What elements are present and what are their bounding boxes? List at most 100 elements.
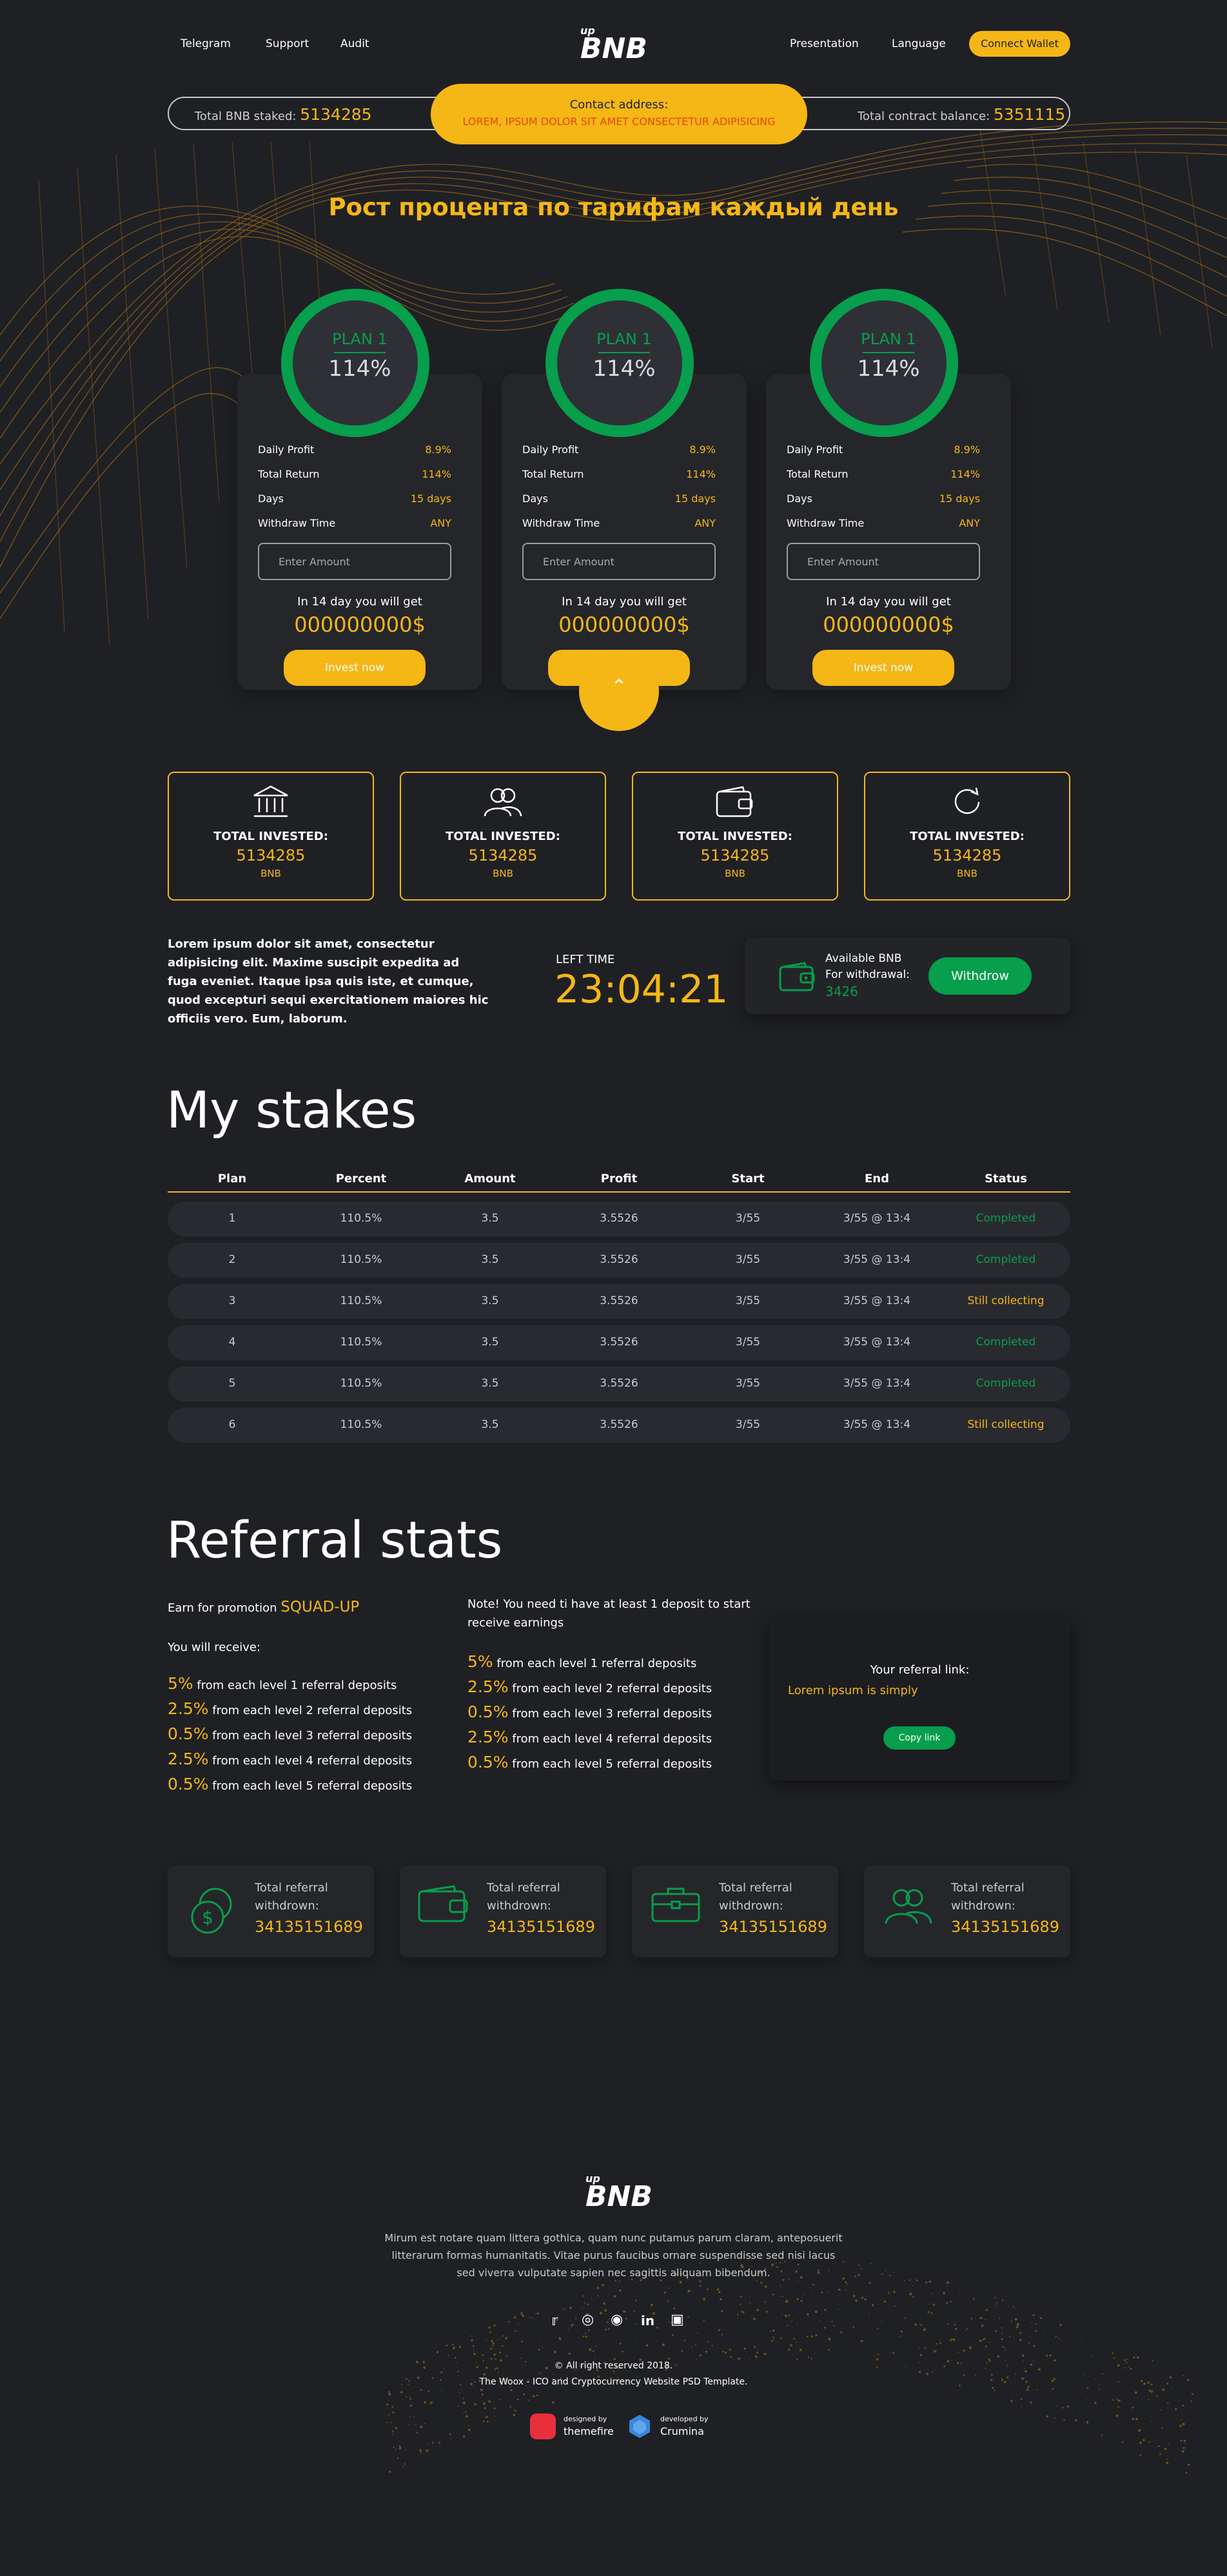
stakes-column-header: Profit	[600, 1172, 638, 1186]
plan-row-value: 15 days	[939, 493, 980, 505]
referral-level-text: from each level 4 referral deposits	[212, 1754, 413, 1768]
table-cell: 3.5526	[600, 1212, 638, 1225]
total-invested-label: TOTAL INVESTED:	[213, 830, 328, 843]
footer-copyright: © All right reserved 2018.	[554, 2361, 673, 2371]
referral-level-percent: 0.5%	[467, 1753, 509, 1771]
referral-level-percent: 2.5%	[467, 1728, 509, 1746]
plan-row-value: ANY	[430, 517, 451, 529]
contract-address-pill[interactable]: Contact address: LOREM, IPSUM DOLOR SIT …	[431, 84, 807, 144]
referral-withdrawn-label-1: Total referral	[951, 1881, 1025, 1895]
nav-presentation[interactable]: Presentation	[790, 37, 859, 50]
earn-label: Earn for promotion	[168, 1601, 277, 1615]
referral-withdrawn-label-2: withdrown:	[487, 1899, 551, 1913]
table-cell: Still collecting	[967, 1294, 1045, 1307]
receive-label: You will receive:	[168, 1641, 261, 1654]
referral-level: 0.5% from each level 5 referral deposits	[168, 1775, 412, 1793]
invest-now-button[interactable]: Invest now	[812, 650, 954, 686]
referral-level-percent: 0.5%	[168, 1724, 209, 1743]
amount-input[interactable]	[258, 543, 451, 580]
referral-note-2: receive earnings	[467, 1616, 564, 1630]
timer-value: 23:04:21	[555, 967, 729, 1012]
referral-level-text: from each level 3 referral deposits	[212, 1729, 413, 1742]
table-cell: Completed	[976, 1377, 1036, 1390]
amount-input[interactable]	[787, 543, 980, 580]
table-cell: 3/55	[735, 1212, 761, 1225]
withdraw-label-1: Available BNB	[825, 952, 902, 965]
referral-withdrawn-value: 34135151689	[951, 1918, 1059, 1936]
contract-balance-value: 5351115	[993, 105, 1066, 124]
nav-audit[interactable]: Audit	[340, 37, 369, 50]
table-cell: 3/55	[735, 1418, 761, 1431]
table-cell: 3	[228, 1294, 236, 1307]
referral-level-text: from each level 5 referral deposits	[212, 1779, 413, 1793]
crumina-logo-icon	[629, 2415, 650, 2438]
referral-level-text: from each level 1 referral deposits	[496, 1657, 697, 1670]
referral-note-1: Note! You need ti have at least 1 deposi…	[467, 1597, 751, 1611]
twitter-icon[interactable]: 𝕣	[551, 2313, 558, 2329]
footer-text-2: litterarum formas humanitatis. Vitae pur…	[391, 2249, 836, 2261]
nav-language[interactable]: Language	[892, 37, 946, 50]
table-cell: 4	[228, 1336, 236, 1349]
total-invested-label: TOTAL INVESTED:	[910, 830, 1025, 843]
table-cell: 3/55 @ 13:4	[843, 1336, 911, 1349]
total-invested-value: 5134285	[236, 846, 306, 864]
users-icon	[882, 1885, 934, 1929]
referral-level: 0.5% from each level 3 referral deposits	[467, 1703, 712, 1721]
table-cell: 110.5%	[340, 1294, 382, 1307]
copy-link-button[interactable]: Copy link	[883, 1726, 956, 1750]
developer-badge[interactable]: developed by Crumina	[627, 2411, 717, 2441]
scroll-top-button[interactable]: ⌃	[579, 651, 659, 731]
referral-level-percent: 0.5%	[168, 1775, 209, 1793]
nav-telegram[interactable]: Telegram	[181, 37, 231, 50]
plan-get-label: In 14 day you will get	[562, 595, 687, 609]
wallet-icon	[779, 962, 815, 991]
table-cell: 110.5%	[340, 1212, 382, 1225]
total-invested-value: 5134285	[700, 846, 770, 864]
referral-level-text: from each level 3 referral deposits	[512, 1707, 712, 1721]
table-cell: 1	[228, 1212, 236, 1225]
designer-badge[interactable]: designed by themefire	[530, 2411, 620, 2441]
table-cell: Completed	[976, 1212, 1036, 1225]
intro-text: Lorem ipsum dolor sit amet, consectetur …	[168, 937, 489, 1026]
referral-level-percent: 2.5%	[168, 1699, 209, 1718]
stakes-column-header: Percent	[335, 1172, 387, 1186]
referral-withdrawn-label-1: Total referral	[487, 1881, 560, 1895]
plan-row-value: 8.9%	[425, 444, 451, 456]
referral-level: 2.5% from each level 2 referral deposits	[168, 1699, 412, 1718]
referral-withdrawn-value: 34135151689	[719, 1918, 827, 1936]
facebook-icon[interactable]: ▣	[671, 2312, 684, 2328]
table-cell: 3.5526	[600, 1418, 638, 1431]
dribbble-icon[interactable]: ◎	[582, 2312, 594, 2328]
table-cell: 3.5526	[600, 1336, 638, 1349]
instagram-icon[interactable]: ◉	[611, 2312, 623, 2328]
nav-support[interactable]: Support	[266, 37, 309, 50]
plan-row-value: 114%	[422, 468, 451, 480]
total-invested-unit: BNB	[260, 868, 281, 879]
referral-level-text: from each level 1 referral deposits	[197, 1679, 397, 1692]
footer-logo[interactable]: BNB up	[585, 2172, 656, 2214]
connect-wallet-button[interactable]: Connect Wallet	[969, 31, 1070, 57]
table-cell: 3/55 @ 13:4	[843, 1253, 911, 1266]
invest-now-button[interactable]: Invest now	[284, 650, 426, 686]
withdraw-button[interactable]: Withdrow	[928, 957, 1032, 995]
double-chevron-up-icon: ⌃	[611, 676, 627, 698]
plan-row-value: ANY	[959, 517, 980, 529]
stakes-header-line	[168, 1191, 1070, 1193]
developed-by-label: developed by	[660, 2415, 709, 2423]
table-cell: 3.5	[481, 1377, 499, 1390]
table-cell: 110.5%	[340, 1253, 382, 1266]
header-logo[interactable]: BNB up	[580, 24, 651, 66]
total-invested-unit: BNB	[957, 868, 977, 879]
themefire-logo-icon	[530, 2414, 556, 2439]
plan-get-label: In 14 day you will get	[826, 595, 951, 609]
linkedin-icon[interactable]: in	[641, 2313, 654, 2328]
referral-level-text: from each level 4 referral deposits	[512, 1732, 712, 1746]
table-cell: 110.5%	[340, 1377, 382, 1390]
table-cell: 5	[228, 1377, 236, 1390]
table-cell: 3/55 @ 13:4	[843, 1294, 911, 1307]
plan-row-value: 15 days	[410, 493, 451, 505]
total-staked-label: Total BNB staked:	[195, 110, 297, 123]
amount-input[interactable]	[522, 543, 716, 580]
stakes-column-header: Start	[731, 1172, 765, 1186]
referral-link-value[interactable]: Lorem ipsum is simply	[788, 1684, 918, 1697]
